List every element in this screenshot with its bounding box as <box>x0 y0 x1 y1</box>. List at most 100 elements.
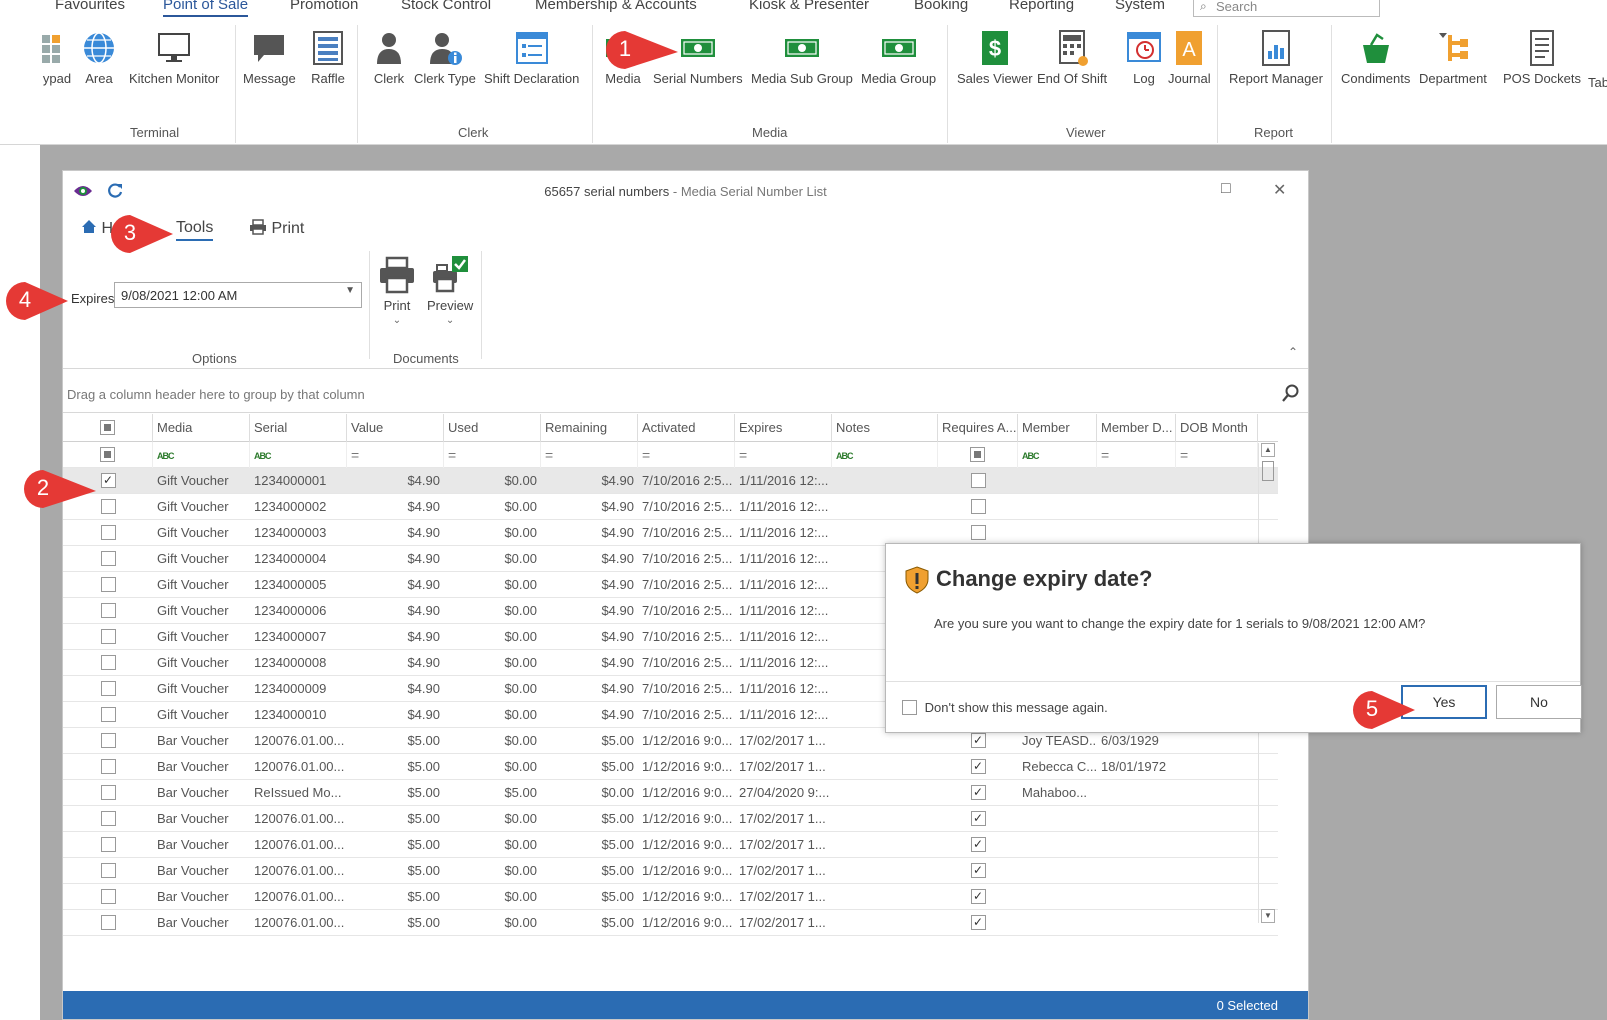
requires-checkbox-box[interactable]: ✓ <box>970 811 986 827</box>
row-checkbox-box[interactable] <box>100 525 116 541</box>
filter-media[interactable]: ABC <box>153 442 250 468</box>
chevron-down-icon[interactable]: ▼ <box>345 285 355 296</box>
search-icon[interactable] <box>1282 384 1300 402</box>
journal-button[interactable]: A Journal <box>1168 29 1211 86</box>
menu-tab-favourites[interactable]: Favourites <box>55 0 125 13</box>
scroll-thumb[interactable] <box>1262 461 1274 481</box>
department-button[interactable]: Department <box>1419 29 1487 86</box>
sales-viewer-button[interactable]: $ Sales Viewer <box>957 29 1033 86</box>
pos-dockets-button[interactable]: POS Dockets <box>1503 29 1581 86</box>
row-select-checkbox[interactable] <box>63 728 153 754</box>
message-button[interactable]: Message <box>243 29 296 86</box>
row-checkbox-box[interactable] <box>100 681 116 697</box>
requires-checkbox-box[interactable] <box>970 499 986 515</box>
menu-tab-promotion[interactable]: Promotion <box>290 0 358 13</box>
menu-tab-system[interactable]: System <box>1115 0 1165 13</box>
scroll-down-icon[interactable]: ▼ <box>1261 909 1275 923</box>
end-of-shift-button[interactable]: End Of Shift <box>1037 29 1107 86</box>
row-checkbox-box[interactable] <box>100 863 116 879</box>
tab-tools[interactable]: Tools <box>176 219 214 241</box>
menu-tab-booking[interactable]: Booking <box>914 0 968 13</box>
requires-checkbox[interactable]: ✓ <box>938 858 1018 884</box>
row-select-checkbox[interactable] <box>63 520 153 546</box>
filter-dob-month[interactable]: = <box>1176 442 1258 468</box>
row-checkbox-box[interactable] <box>100 759 116 775</box>
chevron-down-icon[interactable]: ⌄ <box>377 315 417 326</box>
row-checkbox-box[interactable] <box>100 603 116 619</box>
group-by-panel[interactable]: Drag a column header here to group by th… <box>63 373 1308 413</box>
requires-checkbox-box[interactable] <box>970 525 986 541</box>
row-checkbox-box[interactable] <box>100 551 116 567</box>
requires-checkbox[interactable]: ✓ <box>938 910 1018 936</box>
row-checkbox-box[interactable] <box>100 915 116 931</box>
row-checkbox-box[interactable] <box>100 577 116 593</box>
row-select-checkbox[interactable] <box>63 702 153 728</box>
requires-checkbox[interactable] <box>938 494 1018 520</box>
column-header-dob-month[interactable]: DOB Month <box>1176 414 1258 442</box>
row-checkbox-box[interactable] <box>100 837 116 853</box>
column-header-serial[interactable]: Serial <box>250 414 347 442</box>
column-header-expires[interactable]: Expires <box>735 414 832 442</box>
row-select-checkbox[interactable] <box>63 624 153 650</box>
table-row[interactable]: Bar Voucher 120076.01.00... $5.00 $0.00 $5.0… <box>63 884 1278 910</box>
media-group-button[interactable]: Media Group <box>861 29 936 86</box>
menu-tab-kiosk[interactable]: Kiosk & Presenter <box>749 0 869 13</box>
filter-remaining[interactable]: = <box>541 442 638 468</box>
menu-tab-reporting[interactable]: Reporting <box>1009 0 1074 13</box>
requires-checkbox-box[interactable]: ✓ <box>970 863 986 879</box>
report-manager-button[interactable]: Report Manager <box>1229 29 1323 86</box>
row-select-checkbox[interactable] <box>63 858 153 884</box>
row-select-checkbox[interactable] <box>63 546 153 572</box>
row-checkbox-box[interactable] <box>100 811 116 827</box>
requires-checkbox[interactable] <box>938 468 1018 494</box>
search-input[interactable]: ⌕ Search <box>1193 0 1380 17</box>
row-select-checkbox[interactable] <box>63 910 153 936</box>
keypad-button[interactable]: ypad <box>38 29 76 86</box>
table-row[interactable]: Bar Voucher 120076.01.00... $5.00 $0.00 $5.0… <box>63 858 1278 884</box>
clerk-type-button[interactable]: Clerk Type <box>414 29 476 86</box>
table-row[interactable]: Bar Voucher 120076.01.00... $5.00 $0.00 $5.0… <box>63 832 1278 858</box>
requires-checkbox-box[interactable] <box>970 473 986 489</box>
filter-activated[interactable]: = <box>638 442 735 468</box>
row-checkbox-box[interactable] <box>100 889 116 905</box>
row-checkbox-box[interactable] <box>100 733 116 749</box>
media-sub-group-button[interactable]: Media Sub Group <box>751 29 853 86</box>
row-select-checkbox[interactable] <box>63 650 153 676</box>
requires-checkbox[interactable]: ✓ <box>938 832 1018 858</box>
row-select-checkbox[interactable] <box>63 780 153 806</box>
row-checkbox-box[interactable]: ✓ <box>100 473 116 489</box>
table-row[interactable]: ✓ Gift Voucher 1234000001 $4.90 $0.00 $4.90 7/… <box>63 468 1278 494</box>
no-button[interactable]: No <box>1496 685 1582 719</box>
tab-home[interactable]: H <box>81 219 113 238</box>
print-button[interactable]: Print ⌄ <box>377 255 417 326</box>
tab-print[interactable]: Print <box>249 219 304 238</box>
row-select-checkbox[interactable] <box>63 572 153 598</box>
collapse-ribbon-icon[interactable]: ⌃ <box>1288 345 1298 359</box>
row-checkbox-box[interactable] <box>100 785 116 801</box>
requires-checkbox-box[interactable]: ✓ <box>970 915 986 931</box>
row-checkbox-box[interactable] <box>100 655 116 671</box>
column-header-member-dob[interactable]: Member D... <box>1097 414 1176 442</box>
chevron-down-icon[interactable]: ⌄ <box>427 315 473 326</box>
row-select-checkbox[interactable] <box>63 806 153 832</box>
filter-serial[interactable]: ABC <box>250 442 347 468</box>
row-checkbox-box[interactable] <box>100 499 116 515</box>
row-select-checkbox[interactable] <box>63 832 153 858</box>
table-row[interactable]: Bar Voucher 120076.01.00... $5.00 $0.00 $5.0… <box>63 910 1278 936</box>
column-header-notes[interactable]: Notes <box>832 414 938 442</box>
row-select-checkbox[interactable] <box>63 598 153 624</box>
menu-tab-point-of-sale[interactable]: Point of Sale <box>163 0 249 17</box>
requires-checkbox-box[interactable]: ✓ <box>970 759 986 775</box>
condiments-button[interactable]: Condiments <box>1341 29 1410 86</box>
table-row[interactable]: Gift Voucher 1234000002 $4.90 $0.00 $4.90 7/1… <box>63 494 1278 520</box>
raffle-button[interactable]: Raffle <box>309 29 347 86</box>
dont-show-checkbox[interactable]: Don't show this message again. <box>902 700 1108 716</box>
menu-tab-stock-control[interactable]: Stock Control <box>401 0 491 13</box>
row-select-checkbox[interactable] <box>63 676 153 702</box>
kitchen-monitor-button[interactable]: Kitchen Monitor <box>129 29 219 86</box>
row-checkbox-box[interactable] <box>100 707 116 723</box>
column-header-value[interactable]: Value <box>347 414 444 442</box>
expires-date-field[interactable]: 9/08/2021 12:00 AM ▼ <box>114 282 362 308</box>
maximize-icon[interactable]: □ <box>1221 180 1231 198</box>
requires-checkbox[interactable]: ✓ <box>938 780 1018 806</box>
